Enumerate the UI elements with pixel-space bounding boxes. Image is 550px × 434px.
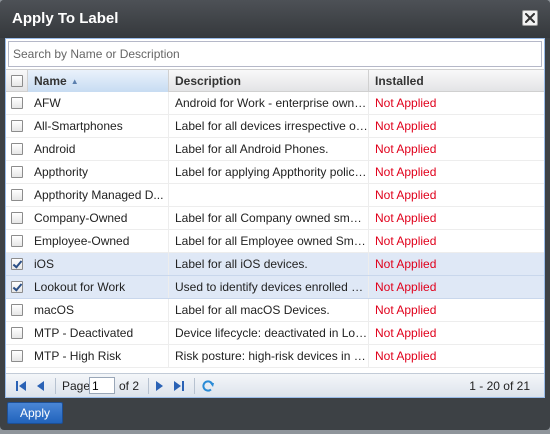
row-description: Label for all Android Phones. — [169, 138, 369, 160]
dialog-footer: Apply — [5, 400, 545, 428]
row-installed-status: Not Applied — [375, 326, 437, 340]
row-name: macOS — [28, 299, 169, 321]
row-checkbox[interactable] — [11, 281, 23, 293]
row-description — [169, 184, 369, 206]
select-all-checkbox[interactable] — [11, 75, 23, 87]
row-checkbox[interactable] — [11, 212, 23, 224]
next-page-icon[interactable] — [152, 379, 166, 393]
table-row[interactable]: Android Label for all Android Phones. No… — [6, 138, 544, 161]
table-row[interactable]: All-Smartphones Label for all devices ir… — [6, 115, 544, 138]
sort-ascending-icon: ▲ — [70, 77, 79, 86]
row-name: AFW — [28, 92, 169, 114]
row-description: Label for applying Appthority policie... — [169, 161, 369, 183]
row-installed-status: Not Applied — [375, 211, 437, 225]
dialog-titlebar: Apply To Label — [0, 0, 550, 38]
grid-header: Name ▲ Description Installed — [6, 69, 544, 92]
close-button[interactable] — [522, 10, 538, 26]
table-row[interactable]: MTP - Deactivated Device lifecycle: deac… — [6, 322, 544, 345]
row-name: All-Smartphones — [28, 115, 169, 137]
row-description: Label for all iOS devices. — [169, 253, 369, 275]
row-installed-status: Not Applied — [375, 165, 437, 179]
row-installed-status: Not Applied — [375, 303, 437, 317]
page-count-label: of 2 — [119, 379, 140, 393]
row-description: Risk posture: high-risk devices in Lo... — [169, 345, 369, 367]
row-description: Label for all Employee owned Smart... — [169, 230, 369, 252]
row-installed-status: Not Applied — [375, 234, 437, 248]
row-checkbox[interactable] — [11, 166, 23, 178]
row-name: MTP - High Risk — [28, 345, 169, 367]
row-checkbox[interactable] — [11, 143, 23, 155]
search-input[interactable] — [8, 41, 542, 67]
apply-button[interactable]: Apply — [7, 402, 63, 424]
column-header-name-label: Name — [34, 74, 67, 88]
row-description: Used to identify devices enrolled wit... — [169, 276, 369, 298]
first-page-icon[interactable] — [14, 379, 28, 393]
row-installed-status: Not Applied — [375, 280, 437, 294]
row-name: Company-Owned — [28, 207, 169, 229]
row-checkbox[interactable] — [11, 120, 23, 132]
pager-separator — [55, 378, 56, 394]
row-installed-status: Not Applied — [375, 257, 437, 271]
row-name: Appthority Managed D... — [28, 184, 169, 206]
column-header-description-label: Description — [175, 74, 242, 88]
column-header-name[interactable]: Name ▲ — [28, 70, 169, 92]
row-checkbox[interactable] — [11, 327, 23, 339]
row-checkbox[interactable] — [11, 350, 23, 362]
close-icon — [525, 13, 535, 23]
column-header-installed[interactable]: Installed — [369, 70, 544, 92]
row-installed-status: Not Applied — [375, 142, 437, 156]
table-row[interactable]: iOS Label for all iOS devices. Not Appli… — [6, 253, 544, 276]
table-row[interactable]: Appthority Managed D... Not Applied — [6, 184, 544, 207]
column-header-installed-label: Installed — [375, 74, 424, 88]
last-page-icon[interactable] — [172, 379, 186, 393]
page-number-input[interactable] — [89, 377, 115, 394]
row-description: Label for all devices irrespective of OS — [169, 115, 369, 137]
row-checkbox[interactable] — [11, 304, 23, 316]
paging-toolbar: Page of 2 1 - 20 of 21 — [6, 373, 544, 397]
row-installed-status: Not Applied — [375, 96, 437, 110]
row-installed-status: Not Applied — [375, 349, 437, 363]
row-name: MTP - Deactivated — [28, 322, 169, 344]
pager-separator — [194, 378, 195, 394]
header-select-all — [6, 70, 28, 92]
row-checkbox[interactable] — [11, 258, 23, 270]
dialog-title: Apply To Label — [12, 10, 119, 27]
row-description: Label for all Company owned smart... — [169, 207, 369, 229]
previous-page-icon[interactable] — [34, 379, 48, 393]
column-header-description[interactable]: Description — [169, 70, 369, 92]
row-name: Lookout for Work — [28, 276, 169, 298]
dialog-body: Name▲ Description Installed AFW Android … — [5, 38, 545, 398]
table-row[interactable]: Appthority Label for applying Appthority… — [6, 161, 544, 184]
apply-to-label-dialog: Apply To Label Name▲ Description Insta — [0, 0, 550, 430]
table-row[interactable]: Lookout for Work Used to identify device… — [6, 276, 544, 299]
row-name: Appthority — [28, 161, 169, 183]
row-installed-status: Not Applied — [375, 119, 437, 133]
row-name: Employee-Owned — [28, 230, 169, 252]
row-description: Device lifecycle: deactivated in Look... — [169, 322, 369, 344]
page-label: Page — [62, 379, 91, 393]
row-description: Android for Work - enterprise owned... — [169, 92, 369, 114]
table-row[interactable]: MTP - High Risk Risk posture: high-risk … — [6, 345, 544, 368]
row-name: Android — [28, 138, 169, 160]
row-checkbox[interactable] — [11, 189, 23, 201]
row-checkbox[interactable] — [11, 235, 23, 247]
table-row[interactable]: macOS Label for all macOS Devices. Not A… — [6, 299, 544, 322]
pager-separator — [148, 378, 149, 394]
row-description: Label for all macOS Devices. — [169, 299, 369, 321]
refresh-icon[interactable] — [201, 379, 215, 393]
row-name: iOS — [28, 253, 169, 275]
table-row[interactable]: AFW Android for Work - enterprise owned.… — [6, 92, 544, 115]
row-installed-status: Not Applied — [375, 188, 437, 202]
table-row[interactable]: Company-Owned Label for all Company owne… — [6, 207, 544, 230]
paging-info: 1 - 20 of 21 — [469, 379, 530, 393]
table-row[interactable]: Employee-Owned Label for all Employee ow… — [6, 230, 544, 253]
row-checkbox[interactable] — [11, 97, 23, 109]
